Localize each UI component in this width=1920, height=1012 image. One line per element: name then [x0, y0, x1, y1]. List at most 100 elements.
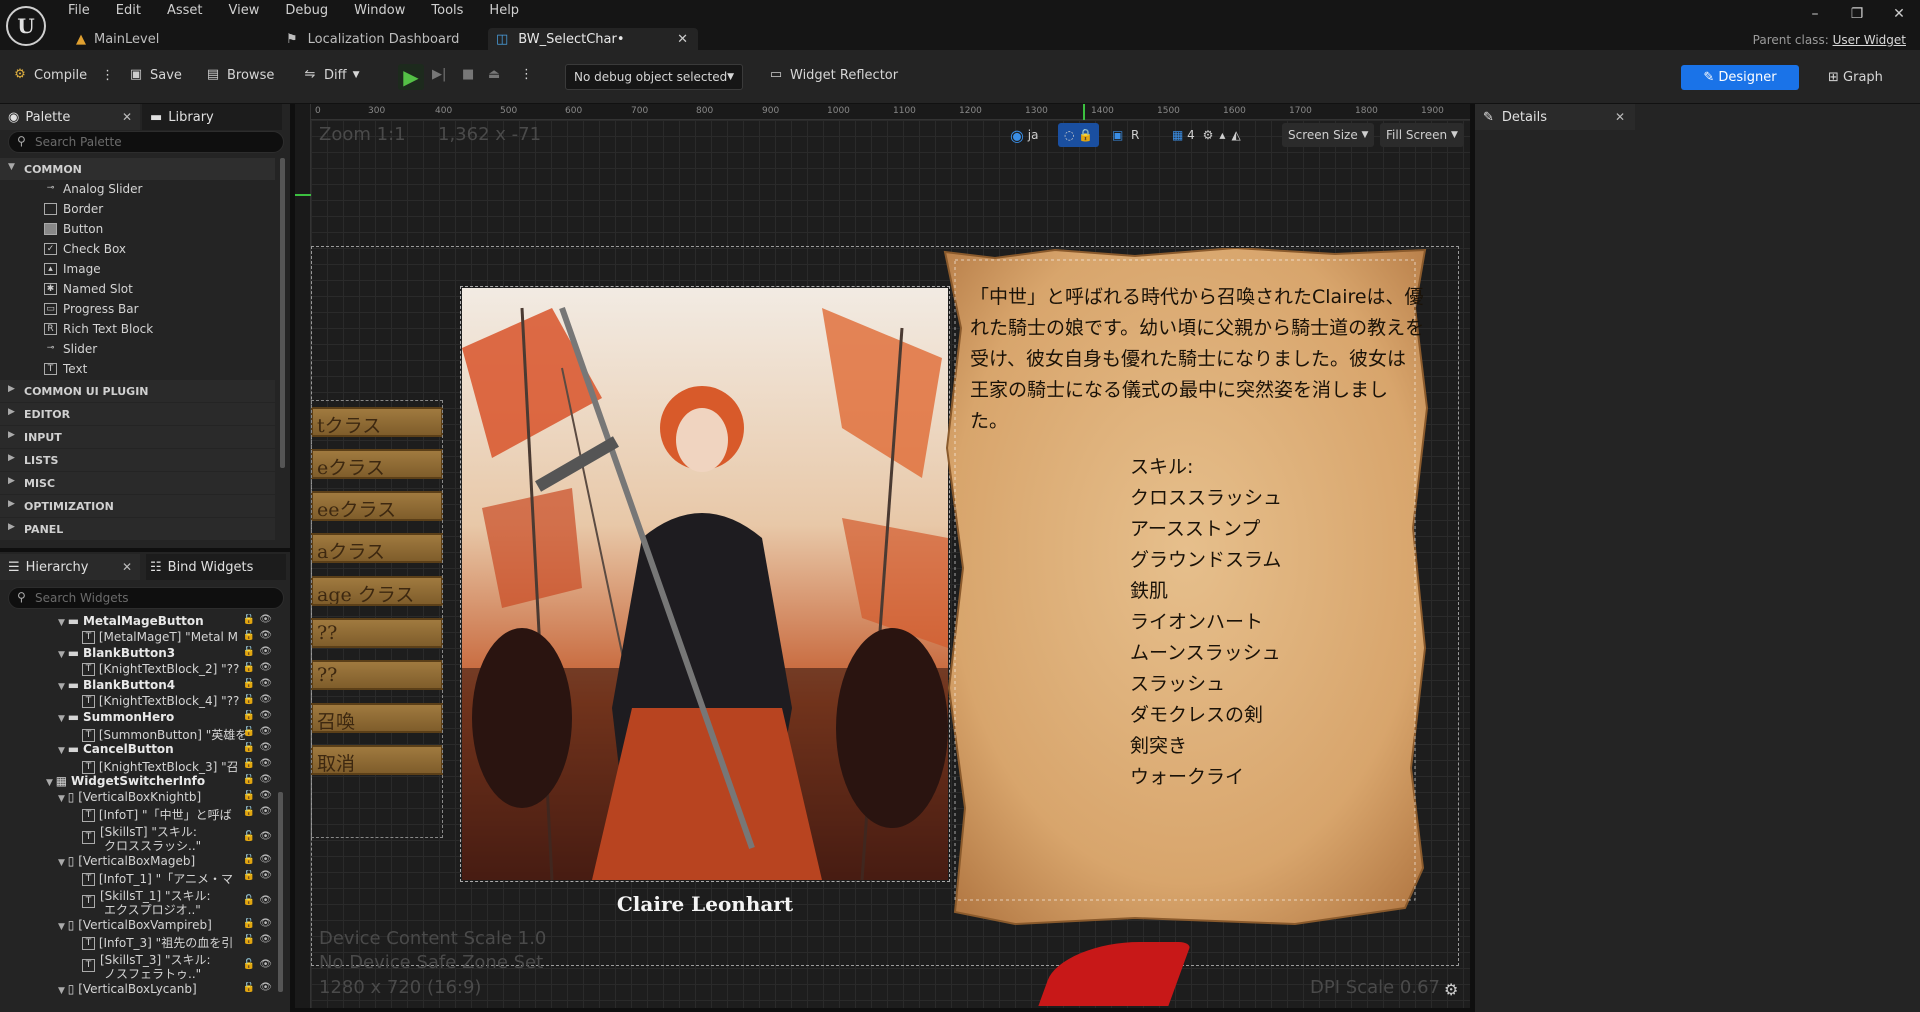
- hierarchy-row[interactable]: T [KnightTextBlock_2] "?? 🔓👁: [0, 662, 282, 678]
- hierarchy-row[interactable]: T [SkillsT_3] "スキル: ノスフェラトゥ.." 🔓👁: [0, 951, 282, 981]
- browse-button[interactable]: ▤ Browse: [205, 67, 275, 83]
- grid-toggle[interactable]: ▦ 4 ⚙ ▴ ◭: [1172, 123, 1241, 147]
- palette-item-analog-slider[interactable]: ⊸ Analog Slider: [44, 182, 143, 196]
- unreal-logo-icon[interactable]: U: [6, 6, 46, 46]
- hierarchy-row[interactable]: ▼ ▬ MetalMageButton 🔓👁: [0, 614, 282, 630]
- details-tab[interactable]: ✎ Details ✕: [1475, 104, 1635, 130]
- library-tab[interactable]: ▬ Library: [142, 104, 282, 130]
- hierarchy-scrollbar[interactable]: [278, 792, 283, 992]
- lock-eye-icons[interactable]: 🔓👁: [243, 895, 276, 906]
- gear-icon[interactable]: ⚙: [1203, 128, 1214, 142]
- menu-asset[interactable]: Asset: [167, 3, 203, 18]
- lock-eye-icons[interactable]: 🔓👁: [243, 758, 276, 769]
- image-icon[interactable]: ▴: [1219, 128, 1225, 142]
- lock-eye-icons[interactable]: 🔓👁: [243, 918, 276, 929]
- play-options-button[interactable]: ⋮: [520, 67, 533, 82]
- lock-eye-icons[interactable]: 🔓👁: [243, 678, 276, 689]
- dpi-settings-gear-icon[interactable]: ⚙: [1444, 980, 1458, 999]
- lock-eye-icons[interactable]: 🔓👁: [243, 742, 276, 753]
- palette-item-button[interactable]: Button: [44, 222, 103, 236]
- hierarchy-row[interactable]: ▼ ▬ BlankButton4 🔓👁: [0, 678, 282, 694]
- hierarchy-row[interactable]: ▼ ▯ [VerticalBoxMageb] 🔓👁: [0, 854, 282, 870]
- play-button[interactable]: ▶: [398, 64, 424, 90]
- lock-eye-icons[interactable]: 🔓👁: [243, 982, 276, 993]
- language-preview[interactable]: ◉ ja: [1010, 123, 1038, 147]
- fill-screen-dropdown[interactable]: Fill Screen ▼: [1380, 123, 1464, 147]
- hierarchy-row[interactable]: T [SkillsT] "スキル: クロススラッシ.." 🔓👁: [0, 823, 282, 853]
- lock-eye-icons[interactable]: 🔓👁: [243, 646, 276, 657]
- menu-window[interactable]: Window: [354, 3, 405, 18]
- hierarchy-row[interactable]: ▼ ▬ SummonHero 🔓👁: [0, 710, 282, 726]
- category-common[interactable]: ▼ COMMON: [0, 158, 275, 180]
- lock-eye-icons[interactable]: 🔓👁: [243, 710, 276, 721]
- layout-toggle[interactable]: ▣ R: [1112, 123, 1139, 147]
- category-optimization[interactable]: ▶ OPTIMIZATION: [0, 495, 275, 517]
- hierarchy-row[interactable]: T [KnightTextBlock_3] "召 🔓👁: [0, 758, 282, 774]
- save-button[interactable]: ▣ Save: [128, 67, 182, 83]
- lock-toggle[interactable]: ◌ 🔒: [1058, 123, 1100, 147]
- designer-button[interactable]: ✎ Designer: [1681, 65, 1799, 90]
- menu-view[interactable]: View: [229, 3, 260, 18]
- hierarchy-row[interactable]: ▼ ▯ [VerticalBoxLycanb] 🔓👁: [0, 982, 282, 998]
- more-options-icon[interactable]: ⋮: [101, 68, 114, 83]
- lock-eye-icons[interactable]: 🔓👁: [243, 831, 276, 842]
- tab-bw-selectchar[interactable]: ◫ BW_SelectChar• ✕: [488, 28, 698, 50]
- parent-class-link[interactable]: User Widget: [1833, 33, 1906, 47]
- lock-eye-icons[interactable]: 🔓👁: [243, 790, 276, 801]
- eject-button[interactable]: ⏏: [488, 67, 500, 82]
- restore-icon[interactable]: ❐: [1842, 6, 1872, 22]
- category-misc[interactable]: ▶ MISC: [0, 472, 275, 494]
- menu-file[interactable]: File: [68, 3, 90, 18]
- lock-eye-icons[interactable]: 🔓👁: [243, 774, 276, 785]
- menu-help[interactable]: Help: [489, 3, 519, 18]
- palette-item-check-box[interactable]: ✓ Check Box: [44, 242, 126, 256]
- lock-eye-icons[interactable]: 🔓👁: [243, 959, 276, 970]
- category-panel[interactable]: ▶ PANEL: [0, 518, 275, 540]
- palette-search-input[interactable]: ⚲ Search Palette: [8, 131, 284, 153]
- hierarchy-row[interactable]: T [KnightTextBlock_4] "?? 🔓👁: [0, 694, 282, 710]
- close-icon[interactable]: ✕: [1615, 110, 1625, 124]
- palette-tab[interactable]: ◉ Palette ✕: [0, 104, 140, 130]
- lock-eye-icons[interactable]: 🔓👁: [243, 726, 276, 737]
- category-lists[interactable]: ▶ LISTS: [0, 449, 275, 471]
- minimize-icon[interactable]: –: [1800, 6, 1830, 22]
- palette-item-text[interactable]: T Text: [44, 362, 87, 376]
- tab-mainlevel[interactable]: ▲ MainLevel: [68, 28, 268, 50]
- hierarchy-row[interactable]: T [SummonButton] "英雄を 🔓👁: [0, 726, 282, 742]
- hierarchy-tab[interactable]: ☰ Hierarchy ✕: [0, 554, 140, 580]
- step-button[interactable]: ▶|: [432, 67, 446, 82]
- hierarchy-row[interactable]: T [MetalMageT] "Metal M 🔓👁: [0, 630, 282, 646]
- debug-object-select[interactable]: No debug object selected ▼: [565, 64, 743, 90]
- hierarchy-row[interactable]: T [InfoT_3] "祖先の血を引 🔓👁: [0, 934, 282, 950]
- lock-eye-icons[interactable]: 🔓👁: [243, 614, 276, 625]
- widget-reflector-button[interactable]: ▭ Widget Reflector: [768, 67, 898, 83]
- close-tab-icon[interactable]: ✕: [677, 32, 688, 47]
- close-icon[interactable]: ✕: [122, 560, 132, 574]
- hierarchy-row[interactable]: ▼ ▦ WidgetSwitcherInfo 🔓👁: [0, 774, 282, 790]
- menu-tools[interactable]: Tools: [431, 3, 463, 18]
- hierarchy-row[interactable]: ▼ ▯ [VerticalBoxVampireb] 🔓👁: [0, 918, 282, 934]
- flip-icon[interactable]: ◭: [1231, 128, 1240, 142]
- palette-item-slider[interactable]: ⊸ Slider: [44, 342, 98, 356]
- palette-item-named-slot[interactable]: ✱ Named Slot: [44, 282, 133, 296]
- screen-size-dropdown[interactable]: Screen Size ▼: [1282, 123, 1375, 147]
- compile-button[interactable]: ⚙ Compile ⋮: [12, 67, 114, 83]
- lock-eye-icons[interactable]: 🔓👁: [243, 806, 276, 817]
- palette-item-image[interactable]: ▴ Image: [44, 262, 101, 276]
- diff-button[interactable]: ⇋ Diff ▼: [302, 67, 360, 83]
- lock-eye-icons[interactable]: 🔓👁: [243, 662, 276, 673]
- lock-eye-icons[interactable]: 🔓👁: [243, 934, 276, 945]
- tab-localization[interactable]: ⚑ Localization Dashboard: [278, 28, 478, 50]
- lock-eye-icons[interactable]: 🔓👁: [243, 630, 276, 641]
- stop-button[interactable]: ■: [462, 67, 474, 82]
- bind-widgets-tab[interactable]: ☷ Bind Widgets: [146, 554, 286, 580]
- palette-item-rich-text-block[interactable]: R Rich Text Block: [44, 322, 153, 336]
- hierarchy-row[interactable]: ▼ ▬ BlankButton3 🔓👁: [0, 646, 282, 662]
- lock-eye-icons[interactable]: 🔓👁: [243, 854, 276, 865]
- palette-item-progress-bar[interactable]: ▭ Progress Bar: [44, 302, 139, 316]
- hierarchy-search-input[interactable]: ⚲ Search Widgets: [8, 587, 284, 609]
- close-icon[interactable]: ✕: [122, 110, 132, 124]
- graph-button[interactable]: ⊞ Graph: [1828, 65, 1883, 90]
- close-window-icon[interactable]: ✕: [1884, 6, 1914, 22]
- hierarchy-row[interactable]: ▼ ▯ [VerticalBoxKnightb] 🔓👁: [0, 790, 282, 806]
